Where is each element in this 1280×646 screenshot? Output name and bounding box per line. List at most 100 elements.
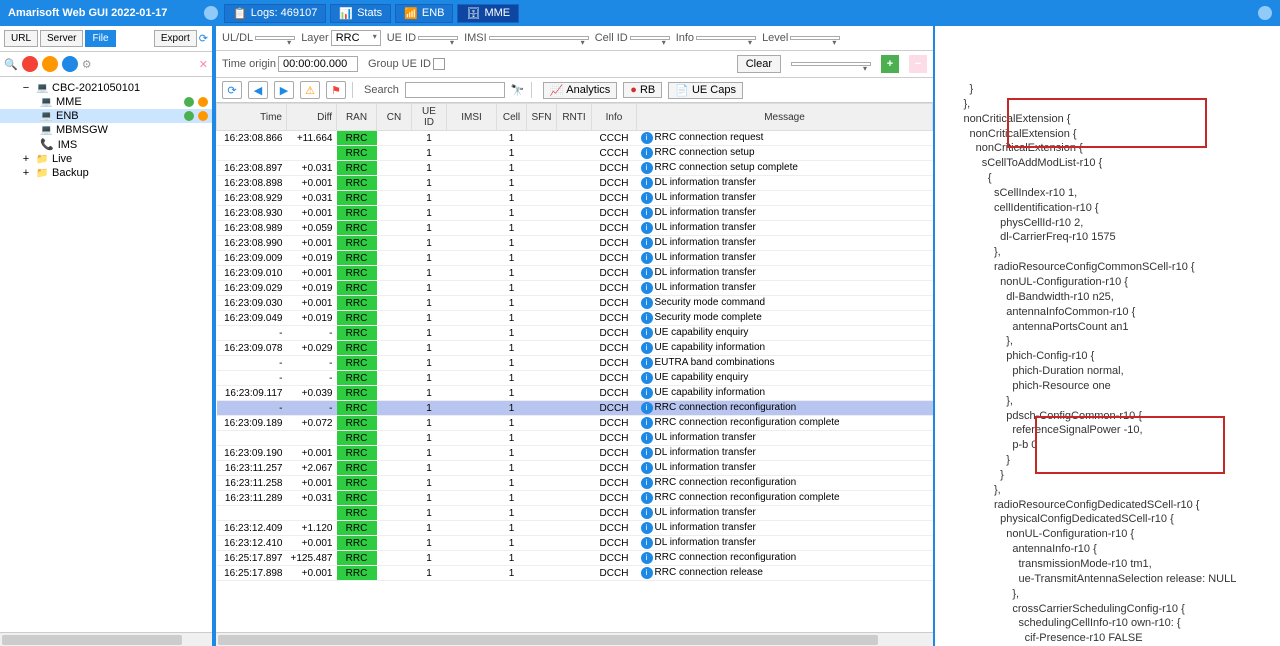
uecaps-button[interactable]: 📄UE Caps — [668, 82, 743, 99]
add-filter-button[interactable]: + — [881, 55, 899, 73]
collapse-right-icon[interactable] — [1258, 6, 1272, 20]
logs-tab[interactable]: 📋Logs: 469107 — [224, 4, 326, 23]
table-row[interactable]: 16:23:11.289+0.031RRC11DCCHiRRC connecti… — [217, 491, 933, 506]
refresh-icon[interactable]: ⟳ — [199, 32, 208, 45]
info-icon: i — [641, 372, 653, 384]
table-row[interactable]: 16:23:08.989+0.059RRC11DCCHiUL informati… — [217, 221, 933, 236]
info-icon: i — [641, 132, 653, 144]
table-row[interactable]: RRC11DCCHiUL information transfer — [217, 506, 933, 521]
table-row[interactable]: 16:23:09.029+0.019RRC11DCCHiUL informati… — [217, 281, 933, 296]
uldl-select[interactable] — [255, 36, 295, 40]
log-table[interactable]: Time Diff RAN CN UE ID IMSI Cell SFN RNT… — [216, 103, 933, 632]
cellid-label: Cell ID — [595, 32, 628, 44]
table-row[interactable]: 16:23:12.410+0.001RRC11DCCHiDL informati… — [217, 536, 933, 551]
tree-enb[interactable]: ENB — [0, 109, 212, 123]
next-icon[interactable]: ▶ — [274, 81, 294, 99]
level-select[interactable] — [790, 36, 840, 40]
tree-live[interactable]: +Live — [0, 152, 212, 166]
col-sfn[interactable]: SFN — [527, 104, 557, 131]
tree-mme[interactable]: MME — [0, 95, 212, 109]
table-row[interactable]: 16:23:08.866+11.664RRC11CCCHiRRC connect… — [217, 131, 933, 146]
table-row[interactable]: --RRC11DCCHiRRC connection reconfigurati… — [217, 401, 933, 416]
search-input[interactable] — [405, 82, 505, 98]
table-row[interactable]: 16:23:09.030+0.001RRC11DCCHiSecurity mod… — [217, 296, 933, 311]
analytics-button[interactable]: 📈Analytics — [543, 82, 618, 99]
file-button[interactable]: File — [85, 30, 115, 47]
table-row[interactable]: 16:23:08.929+0.031RRC11DCCHiUL informati… — [217, 191, 933, 206]
origin-input[interactable] — [278, 56, 358, 72]
col-time[interactable]: Time — [217, 104, 287, 131]
preset-select[interactable] — [791, 62, 871, 66]
record-icon[interactable] — [22, 56, 38, 72]
server-button[interactable]: Server — [40, 30, 83, 47]
col-info[interactable]: Info — [592, 104, 637, 131]
log-hscroll[interactable] — [216, 632, 933, 646]
table-row[interactable]: 16:25:17.897+125.487RRC11DCCHiRRC connec… — [217, 551, 933, 566]
table-row[interactable]: 16:25:17.898+0.001RRC11DCCHiRRC connecti… — [217, 566, 933, 581]
table-row[interactable]: 16:23:08.930+0.001RRC11DCCHiDL informati… — [217, 206, 933, 221]
info-icon: i — [641, 447, 653, 459]
prev-icon[interactable]: ◀ — [248, 81, 268, 99]
sidebar-hscroll[interactable] — [0, 632, 212, 646]
table-row[interactable]: RRC11DCCHiUL information transfer — [217, 431, 933, 446]
col-rnti[interactable]: RNTI — [557, 104, 592, 131]
col-ran[interactable]: RAN — [337, 104, 377, 131]
info-select[interactable] — [696, 36, 756, 40]
settings-icon[interactable]: ⚙ — [82, 58, 92, 71]
info-icon: i — [641, 402, 653, 414]
collapse-sidebar-icon[interactable] — [204, 6, 218, 20]
imsi-select[interactable] — [489, 36, 589, 40]
flag-icon[interactable]: ⚑ — [326, 81, 346, 99]
ueid-select[interactable] — [418, 36, 458, 40]
mme-tab[interactable]: 🗄MME — [457, 4, 519, 23]
col-ueid[interactable]: UE ID — [412, 104, 447, 131]
info-icon: i — [641, 222, 653, 234]
refresh-logs-icon[interactable]: ⟳ — [222, 81, 242, 99]
table-row[interactable]: --RRC11DCCHiUE capability enquiry — [217, 371, 933, 386]
remove-filter-button[interactable]: − — [909, 55, 927, 73]
rb-button[interactable]: ●RB — [623, 82, 662, 98]
table-row[interactable]: 16:23:08.898+0.001RRC11DCCHiDL informati… — [217, 176, 933, 191]
url-button[interactable]: URL — [4, 30, 38, 47]
search-tree-icon[interactable]: 🔍 — [4, 58, 18, 71]
log-panel: UL/DL LayerRRC UE ID IMSI Cell ID Info L… — [214, 26, 935, 646]
tree-backup[interactable]: +Backup — [0, 166, 212, 180]
col-imsi[interactable]: IMSI — [447, 104, 497, 131]
table-row[interactable]: 16:23:09.117+0.039RRC11DCCHiUE capabilit… — [217, 386, 933, 401]
table-row[interactable]: 16:23:09.049+0.019RRC11DCCHiSecurity mod… — [217, 311, 933, 326]
table-row[interactable]: 16:23:09.010+0.001RRC11DCCHiDL informati… — [217, 266, 933, 281]
table-row[interactable]: 16:23:12.409+1.120RRC11DCCHiUL informati… — [217, 521, 933, 536]
table-row[interactable]: 16:23:09.190+0.001RRC11DCCHiDL informati… — [217, 446, 933, 461]
cellid-select[interactable] — [630, 36, 670, 40]
stats-tab[interactable]: 📊Stats — [330, 4, 391, 23]
export-button[interactable]: Export — [154, 30, 197, 47]
tree-ims[interactable]: 📞IMS — [0, 137, 212, 152]
table-row[interactable]: 16:23:11.257+2.067RRC11DCCHiUL informati… — [217, 461, 933, 476]
col-msg[interactable]: Message — [637, 104, 933, 131]
table-row[interactable]: --RRC11DCCHiEUTRA band combinations — [217, 356, 933, 371]
col-diff[interactable]: Diff — [287, 104, 337, 131]
enb-tab[interactable]: 📶ENB — [395, 4, 453, 23]
table-row[interactable]: 16:23:11.258+0.001RRC11DCCHiRRC connecti… — [217, 476, 933, 491]
play-icon[interactable] — [62, 56, 78, 72]
warning-icon[interactable]: ⚠ — [300, 81, 320, 99]
tree-mbmsgw[interactable]: MBMSGW — [0, 123, 212, 137]
clear-button[interactable]: Clear — [737, 55, 781, 73]
table-row[interactable]: RRC11CCCHiRRC connection setup — [217, 146, 933, 161]
pause-icon[interactable] — [42, 56, 58, 72]
col-cn[interactable]: CN — [377, 104, 412, 131]
close-tree-icon[interactable]: ✕ — [199, 58, 208, 71]
table-row[interactable]: 16:23:09.078+0.029RRC11DCCHiUE capabilit… — [217, 341, 933, 356]
details-panel[interactable]: } }, nonCriticalExtension { nonCriticalE… — [935, 26, 1280, 646]
table-row[interactable]: 16:23:08.897+0.031RRC11DCCHiRRC connecti… — [217, 161, 933, 176]
table-row[interactable]: 16:23:08.990+0.001RRC11DCCHiDL informati… — [217, 236, 933, 251]
table-row[interactable]: --RRC11DCCHiUE capability enquiry — [217, 326, 933, 341]
col-cell[interactable]: Cell — [497, 104, 527, 131]
tree-root[interactable]: −CBC-2021050101 — [0, 81, 212, 95]
table-row[interactable]: 16:23:09.189+0.072RRC11DCCHiRRC connecti… — [217, 416, 933, 431]
group-checkbox[interactable] — [433, 58, 445, 70]
layer-select[interactable]: RRC — [331, 30, 381, 46]
info-icon: i — [641, 342, 653, 354]
binoculars-icon[interactable]: 🔭 — [511, 84, 525, 97]
table-row[interactable]: 16:23:09.009+0.019RRC11DCCHiUL informati… — [217, 251, 933, 266]
